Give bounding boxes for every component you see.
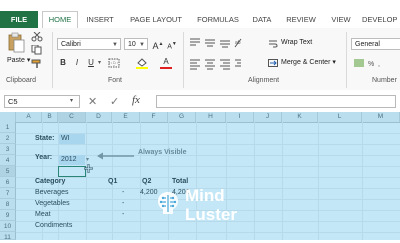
wrap-text-icon[interactable] bbox=[268, 39, 278, 49]
divider bbox=[52, 32, 53, 88]
format-painter-icon[interactable] bbox=[31, 59, 43, 69]
name-box[interactable]: C5 bbox=[4, 95, 80, 108]
font-color-icon: A bbox=[163, 57, 169, 66]
formula-input[interactable] bbox=[156, 95, 396, 108]
enter-icon[interactable]: ✓ bbox=[110, 95, 119, 108]
chevron-down-icon: ▼ bbox=[139, 42, 145, 48]
formula-buttons: ✕ ✓ fx bbox=[84, 94, 150, 109]
tab-page-layout[interactable]: PAGE LAYOUT bbox=[124, 12, 188, 28]
number-format-icons[interactable]: %, bbox=[354, 57, 400, 69]
watermark-text-line1: Mind bbox=[185, 186, 225, 205]
font-size-select[interactable]: 10 ▼ bbox=[124, 38, 148, 50]
grow-font-button[interactable]: A▲ bbox=[152, 38, 164, 52]
tab-review[interactable]: REVIEW bbox=[282, 12, 320, 28]
borders-icon[interactable] bbox=[108, 58, 120, 68]
font-size-value: 10 bbox=[128, 41, 136, 48]
formula-bar: C5 ▾ ✕ ✓ fx bbox=[0, 90, 400, 113]
shrink-font-button[interactable]: A▼ bbox=[166, 38, 178, 53]
paste-label: Paste bbox=[7, 57, 25, 64]
paste-icon[interactable] bbox=[7, 32, 25, 54]
tab-developer[interactable]: DEVELOP bbox=[362, 12, 400, 28]
font-color-button[interactable]: A bbox=[160, 56, 172, 69]
number-group-label: Number bbox=[372, 77, 397, 84]
chevron-down-icon[interactable]: ▾ bbox=[98, 59, 101, 66]
cancel-icon[interactable]: ✕ bbox=[88, 95, 97, 108]
divider bbox=[346, 32, 347, 88]
chevron-down-icon: ▼ bbox=[112, 42, 118, 48]
ribbon: Paste ▾ Clipboard Calibri ▼ 10 ▼ A▲ A▼ B I… bbox=[0, 28, 400, 91]
italic-button[interactable]: I bbox=[72, 57, 82, 69]
font-group-label: Font bbox=[108, 77, 123, 84]
merge-center-button[interactable]: Merge & Center ▾ bbox=[281, 58, 336, 66]
wrap-text-button[interactable]: Wrap Text bbox=[281, 39, 312, 46]
bold-button[interactable]: B bbox=[58, 57, 68, 69]
insert-function-button[interactable]: fx bbox=[132, 94, 140, 106]
tab-file[interactable]: FILE bbox=[0, 11, 38, 28]
clipboard-group-label: Clipboard bbox=[6, 77, 36, 84]
tab-view[interactable]: VIEW bbox=[326, 12, 356, 28]
underline-button[interactable]: U bbox=[86, 57, 96, 69]
number-format-value: General bbox=[355, 41, 380, 48]
svg-text:,: , bbox=[378, 61, 380, 68]
number-format-select[interactable]: General bbox=[351, 38, 400, 50]
copy-icon[interactable] bbox=[31, 44, 43, 55]
fill-color-icon[interactable] bbox=[136, 58, 148, 69]
svg-text:ab: ab bbox=[235, 40, 241, 46]
brain-logo-icon bbox=[155, 190, 181, 216]
ribbon-tab-bar: FILE HOME INSERT PAGE LAYOUT FORMULAS DA… bbox=[0, 0, 400, 30]
font-name-select[interactable]: Calibri ▼ bbox=[57, 38, 121, 50]
font-name-value: Calibri bbox=[61, 41, 81, 48]
paste-button[interactable]: Paste ▾ bbox=[7, 56, 30, 64]
tab-insert[interactable]: INSERT bbox=[82, 12, 118, 28]
merge-center-label: Merge & Center bbox=[281, 59, 331, 66]
svg-text:%: % bbox=[368, 61, 374, 68]
chevron-down-icon[interactable]: ▾ bbox=[70, 97, 73, 104]
alignment-group-label: Alignment bbox=[248, 77, 280, 84]
watermark-text-line2: Luster bbox=[185, 205, 237, 224]
tab-formulas[interactable]: FORMULAS bbox=[192, 12, 244, 28]
top-align-icons[interactable]: ab bbox=[189, 37, 243, 49]
divider bbox=[183, 32, 184, 88]
cut-icon[interactable] bbox=[31, 31, 43, 42]
tab-data[interactable]: DATA bbox=[248, 12, 276, 28]
merge-center-icon[interactable] bbox=[268, 58, 278, 68]
font-color-swatch bbox=[160, 67, 172, 69]
align-icons[interactable] bbox=[189, 58, 243, 70]
